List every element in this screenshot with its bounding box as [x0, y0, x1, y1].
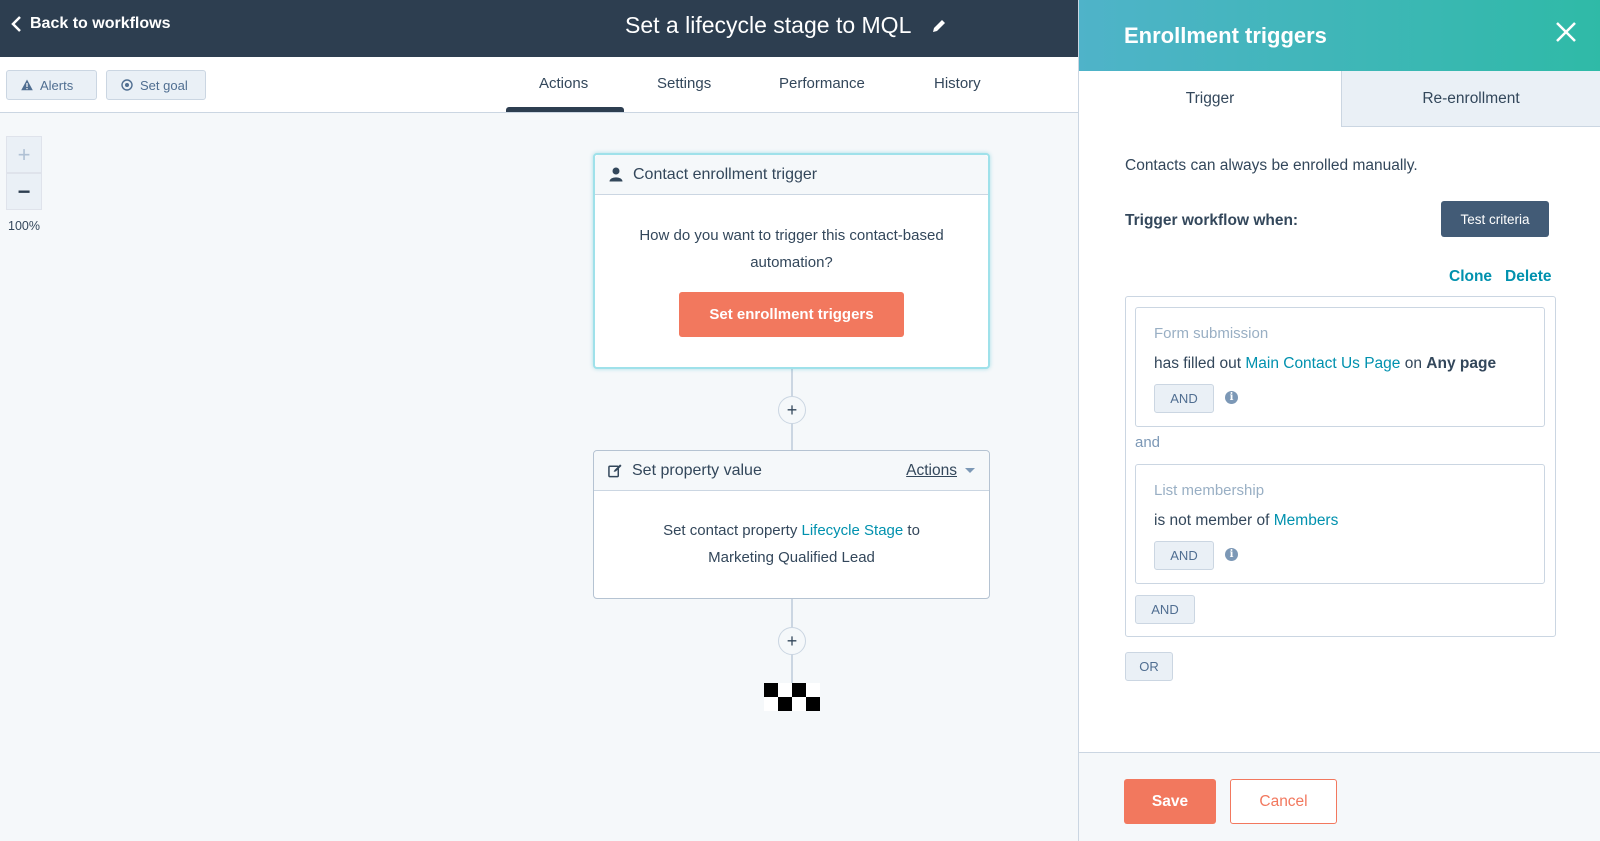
- alerts-label: Alerts: [40, 77, 74, 93]
- action-card-body: Set contact property Lifecycle Stage to …: [594, 491, 989, 571]
- or-button[interactable]: OR: [1125, 652, 1173, 681]
- clone-link[interactable]: Clone: [1449, 268, 1492, 286]
- chevron-left-icon: [11, 16, 21, 32]
- filter-card[interactable]: List membership is not member of Members…: [1135, 464, 1545, 584]
- tab-re-enrollment[interactable]: Re-enrollment: [1341, 71, 1600, 127]
- zoom-in-button[interactable]: +: [6, 136, 42, 173]
- filter-type: Form submission: [1154, 325, 1269, 342]
- filter-text-prefix: has filled out: [1154, 355, 1242, 372]
- trigger-card-title: Contact enrollment trigger: [633, 165, 818, 183]
- lifecycle-stage-link[interactable]: Lifecycle Stage: [802, 522, 904, 539]
- action-value: Marketing Qualified Lead: [708, 549, 875, 566]
- actions-dropdown[interactable]: Actions: [906, 462, 975, 480]
- caret-down-icon: [965, 468, 975, 473]
- trigger-card-header: Contact enrollment trigger: [595, 155, 988, 195]
- active-tab-indicator: [506, 107, 624, 112]
- and-button[interactable]: AND: [1154, 384, 1214, 413]
- set-goal-button[interactable]: Set goal: [106, 70, 206, 100]
- filter-description: has filled out Main Contact Us Page on A…: [1154, 355, 1496, 373]
- list-link[interactable]: Members: [1274, 512, 1339, 529]
- test-criteria-button[interactable]: Test criteria: [1441, 201, 1549, 237]
- delete-link[interactable]: Delete: [1505, 268, 1552, 286]
- zoom-controls: + − 100%: [6, 136, 42, 233]
- panel-title: Enrollment triggers: [1124, 22, 1327, 48]
- close-icon[interactable]: [1554, 20, 1578, 44]
- person-icon: [609, 167, 623, 182]
- set-goal-label: Set goal: [140, 77, 188, 93]
- save-button[interactable]: Save: [1124, 779, 1216, 824]
- alerts-button[interactable]: Alerts: [6, 70, 97, 100]
- filter-card[interactable]: Form submission has filled out Main Cont…: [1135, 307, 1545, 427]
- filter-text-prefix: is not member of: [1154, 512, 1270, 529]
- action-card-title: Set property value: [632, 461, 762, 479]
- filter-type: List membership: [1154, 482, 1265, 499]
- filter-group: Form submission has filled out Main Cont…: [1125, 296, 1556, 637]
- back-label: Back to workflows: [30, 15, 171, 32]
- workflow-title: Set a lifecycle stage to MQL: [625, 12, 947, 39]
- filter-text-mid: on: [1404, 355, 1422, 372]
- tab-actions[interactable]: Actions: [539, 75, 588, 92]
- tab-history[interactable]: History: [934, 75, 981, 92]
- actions-dropdown-label: Actions: [906, 461, 957, 479]
- action-body-to: to: [907, 522, 920, 539]
- filter-bold-value: Any page: [1426, 355, 1497, 372]
- workflow-toolbar: Alerts Set goal Actions Settings Perform…: [0, 57, 1078, 113]
- group-and-button[interactable]: AND: [1135, 595, 1195, 624]
- set-property-action-card[interactable]: Set property value Actions Set contact p…: [593, 450, 990, 599]
- back-to-workflows-link[interactable]: Back to workflows: [10, 15, 170, 33]
- trigger-when-label: Trigger workflow when:: [1125, 212, 1299, 229]
- cancel-button[interactable]: Cancel: [1230, 779, 1337, 824]
- set-enrollment-triggers-button[interactable]: Set enrollment triggers: [679, 292, 904, 337]
- action-card-header: Set property value Actions: [594, 451, 989, 491]
- enrollment-trigger-card[interactable]: Contact enrollment trigger How do you wa…: [593, 153, 990, 369]
- tab-performance[interactable]: Performance: [779, 75, 865, 92]
- edit-square-icon: [608, 464, 622, 478]
- tab-settings[interactable]: Settings: [657, 75, 711, 92]
- trigger-question: How do you want to trigger this contact-…: [639, 227, 944, 271]
- zoom-level: 100%: [8, 219, 40, 233]
- form-link[interactable]: Main Contact Us Page: [1245, 355, 1400, 372]
- zoom-out-button[interactable]: −: [6, 173, 42, 210]
- and-button[interactable]: AND: [1154, 541, 1214, 570]
- pencil-icon[interactable]: [931, 18, 947, 34]
- tab-trigger[interactable]: Trigger: [1079, 71, 1341, 127]
- panel-footer: Save Cancel: [1079, 752, 1600, 841]
- target-icon: [121, 79, 133, 91]
- top-bar: Back to workflows Set a lifecycle stage …: [0, 0, 1078, 57]
- manual-enroll-note: Contacts can always be enrolled manually…: [1125, 157, 1418, 174]
- action-body-prefix: Set contact property: [663, 522, 798, 539]
- add-action-button[interactable]: +: [778, 396, 806, 424]
- filter-description: is not member of Members: [1154, 512, 1338, 530]
- panel-header: Enrollment triggers: [1079, 0, 1600, 71]
- enrollment-triggers-panel: Enrollment triggers Trigger Re-enrollmen…: [1078, 0, 1600, 841]
- workflow-title-text: Set a lifecycle stage to MQL: [625, 12, 912, 38]
- info-icon[interactable]: i: [1225, 391, 1238, 404]
- panel-tabs: Trigger Re-enrollment: [1079, 71, 1600, 127]
- finish-flag-icon: [764, 683, 820, 711]
- and-separator: and: [1135, 434, 1161, 451]
- info-icon[interactable]: i: [1225, 548, 1238, 561]
- warning-icon: [21, 79, 33, 91]
- trigger-card-body: How do you want to trigger this contact-…: [595, 195, 988, 337]
- add-action-button[interactable]: +: [778, 627, 806, 655]
